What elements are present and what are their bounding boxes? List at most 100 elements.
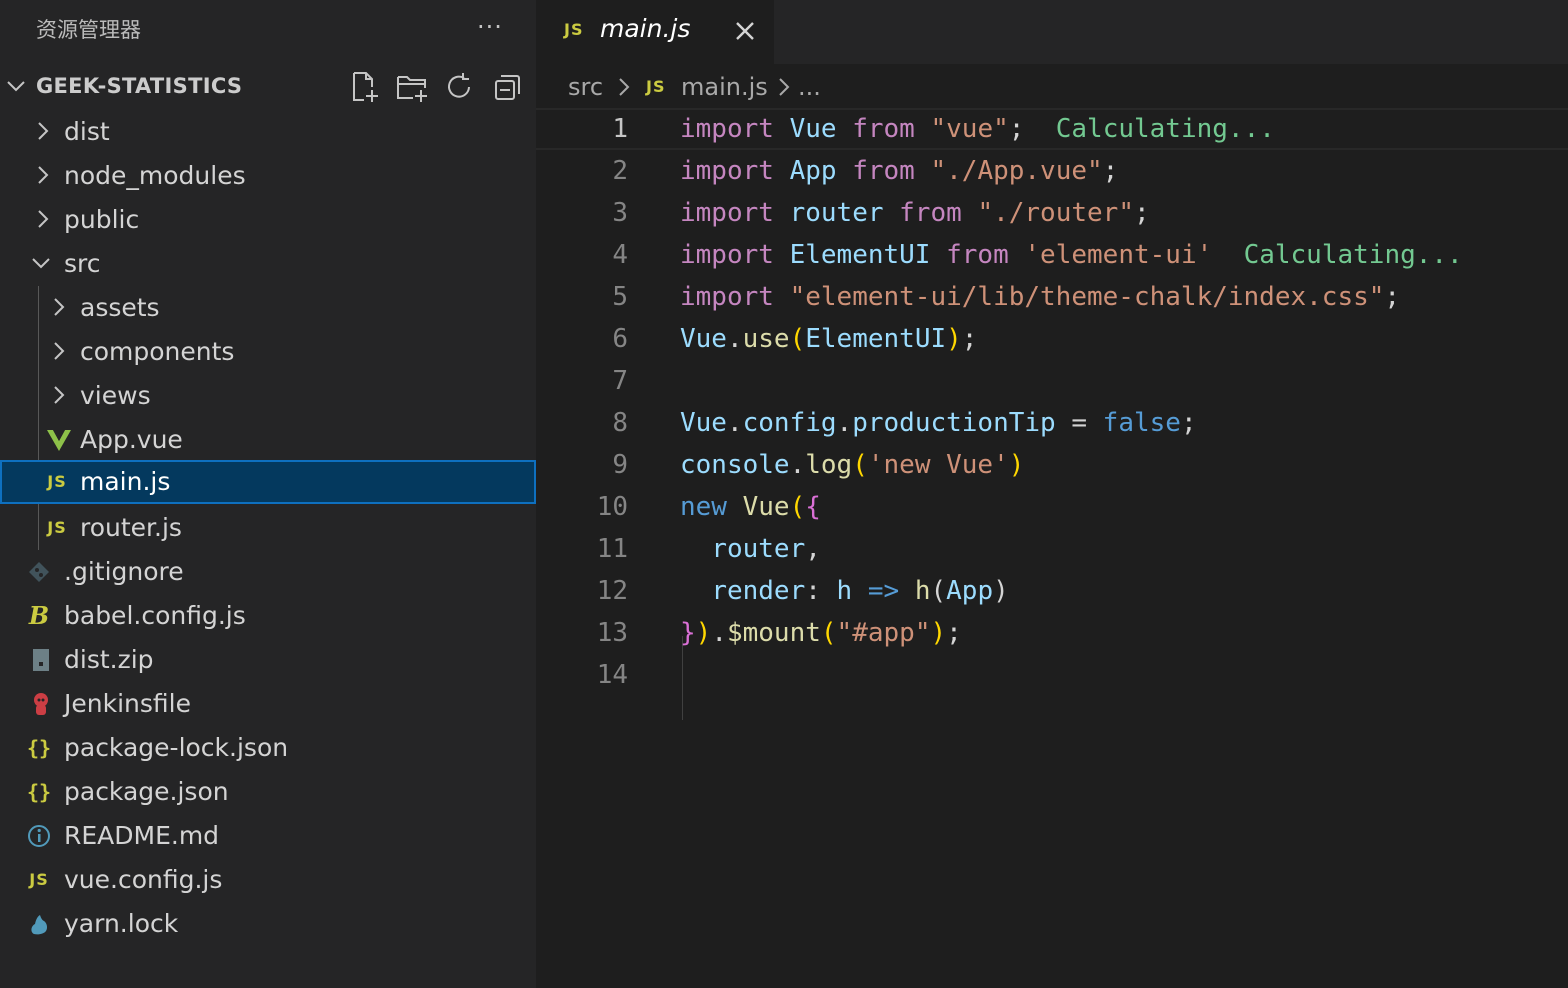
code-line[interactable]: 8 Vue.config.productionTip = false;	[536, 402, 1568, 444]
line-code: import router from "./router";	[680, 192, 1150, 234]
tree-label: package-lock.json	[64, 733, 289, 762]
tree-file-vue-config[interactable]: JS vue.config.js	[0, 858, 536, 902]
code-line[interactable]: 2 import App from "./App.vue";	[536, 150, 1568, 192]
project-section-header[interactable]: GEEK-STATISTICS	[0, 66, 536, 106]
code-line[interactable]: 5 import "element-ui/lib/theme-chalk/inde…	[536, 276, 1568, 318]
tree-folder-assets[interactable]: assets	[0, 286, 536, 330]
code-token: .	[711, 618, 727, 648]
code-token: ;	[1384, 282, 1401, 312]
new-folder-icon[interactable]	[395, 70, 429, 104]
tree-file-gitignore[interactable]: .gitignore	[0, 550, 536, 594]
tree-file-dist-zip[interactable]: dist.zip	[0, 638, 536, 682]
tree-label: package.json	[64, 777, 229, 806]
code-token: (	[789, 492, 806, 522]
code-line[interactable]: 7	[536, 360, 1568, 402]
code-token: (	[930, 576, 947, 606]
code-token: h	[914, 576, 931, 606]
tree-file-main-js[interactable]: JS main.js	[0, 460, 536, 504]
tree-label: dist.zip	[64, 645, 154, 674]
tree-label: vue.config.js	[64, 865, 223, 894]
tab-main-js[interactable]: JS main.js	[536, 0, 774, 64]
code-line[interactable]: 6 Vue.use(ElementUI);	[536, 318, 1568, 360]
line-number: 5	[612, 282, 628, 312]
code-token: render	[711, 576, 806, 606]
code-token: "./App.vue"	[930, 156, 1103, 186]
breadcrumb: src JS main.js ...	[536, 68, 1568, 109]
tree-file-jenkinsfile[interactable]: Jenkinsfile	[0, 682, 536, 726]
tree-label: public	[64, 205, 140, 234]
code-line[interactable]: 14	[536, 654, 1568, 696]
code-token: Vue	[789, 114, 837, 144]
js-icon: JS	[564, 20, 584, 39]
tree-folder-dist[interactable]: dist	[0, 110, 536, 154]
code-line[interactable]: 9 console.log('new Vue')	[536, 444, 1568, 486]
js-icon: JS	[29, 870, 49, 889]
tree-file-app-vue[interactable]: App.vue	[0, 418, 536, 462]
chevron-right-icon	[54, 342, 65, 360]
ellipsis-icon[interactable]: ···	[472, 15, 508, 44]
code-token: ;	[946, 618, 962, 648]
tree-label: dist	[64, 117, 110, 146]
collapse-all-icon[interactable]	[491, 70, 525, 104]
js-icon: JS	[47, 472, 67, 491]
tree-label: components	[80, 337, 235, 366]
chevron-down-icon	[7, 81, 25, 92]
code-token: router	[711, 534, 806, 564]
code-line[interactable]: 4 import ElementUI from 'element-ui' Calc…	[536, 234, 1568, 276]
yarn-icon	[31, 915, 48, 935]
code-token: )	[993, 576, 1009, 606]
chevron-right-icon	[38, 166, 49, 184]
refresh-icon[interactable]	[442, 70, 476, 104]
code-token: }	[680, 618, 696, 648]
breadcrumb-folder[interactable]: src	[568, 72, 603, 102]
code-line[interactable]: 11 router,	[536, 528, 1568, 570]
close-icon[interactable]	[732, 18, 758, 44]
inline-hint: Calculating...	[1055, 114, 1275, 144]
zip-icon	[33, 649, 49, 671]
line-number: 3	[612, 198, 628, 228]
breadcrumb-file[interactable]: main.js	[681, 72, 768, 102]
tree-file-router-js[interactable]: JS router.js	[0, 506, 536, 550]
code-line[interactable]: 10 new Vue({	[536, 486, 1568, 528]
line-code: import Vue from "vue"; Calculating...	[680, 108, 1275, 150]
explorer-sidebar: 资源管理器 ··· GEEK-STATISTICS dist node_modu…	[0, 0, 536, 988]
line-number: 10	[596, 492, 628, 522]
line-number: 1	[612, 114, 628, 144]
code-token: )	[930, 618, 947, 648]
tree-folder-src[interactable]: src	[0, 242, 536, 286]
explorer-header: 资源管理器 ···	[0, 0, 536, 62]
code-line[interactable]: 13}).$mount("#app");	[536, 612, 1568, 654]
tree-label: babel.config.js	[64, 601, 246, 630]
code-token: {	[805, 492, 821, 522]
code-line[interactable]: 1 import Vue from "vue"; Calculating...	[536, 108, 1568, 150]
code-token: ;	[1008, 114, 1056, 144]
code-token: $mount	[726, 618, 821, 648]
line-code: import ElementUI from 'element-ui' Calcu…	[680, 234, 1463, 276]
tree-folder-public[interactable]: public	[0, 198, 536, 242]
tree-folder-components[interactable]: components	[0, 330, 536, 374]
tree-folder-views[interactable]: views	[0, 374, 536, 418]
new-file-icon[interactable]	[348, 70, 382, 104]
code-line[interactable]: 3 import router from "./router";	[536, 192, 1568, 234]
tree-file-babel-config[interactable]: B babel.config.js	[0, 594, 536, 638]
code-token: h	[836, 576, 853, 606]
tree-file-yarn-lock[interactable]: yarn.lock	[0, 902, 536, 946]
tree-file-package-lock[interactable]: {} package-lock.json	[0, 726, 536, 770]
code-token: from	[899, 198, 962, 228]
code-line[interactable]: 12 render: h => h(App)	[536, 570, 1568, 612]
chevron-right-icon	[38, 210, 49, 228]
breadcrumb-symbol[interactable]: ...	[798, 72, 821, 102]
tree-file-readme[interactable]: README.md	[0, 814, 536, 858]
chevron-right-icon	[619, 78, 630, 96]
js-icon: JS	[646, 77, 666, 96]
tree-folder-node-modules[interactable]: node_modules	[0, 154, 536, 198]
code-editor[interactable]: 1 import Vue from "vue"; Calculating... 2 i…	[536, 108, 1568, 988]
tree-file-package-json[interactable]: {} package.json	[0, 770, 536, 814]
code-token: "./router"	[977, 198, 1134, 228]
